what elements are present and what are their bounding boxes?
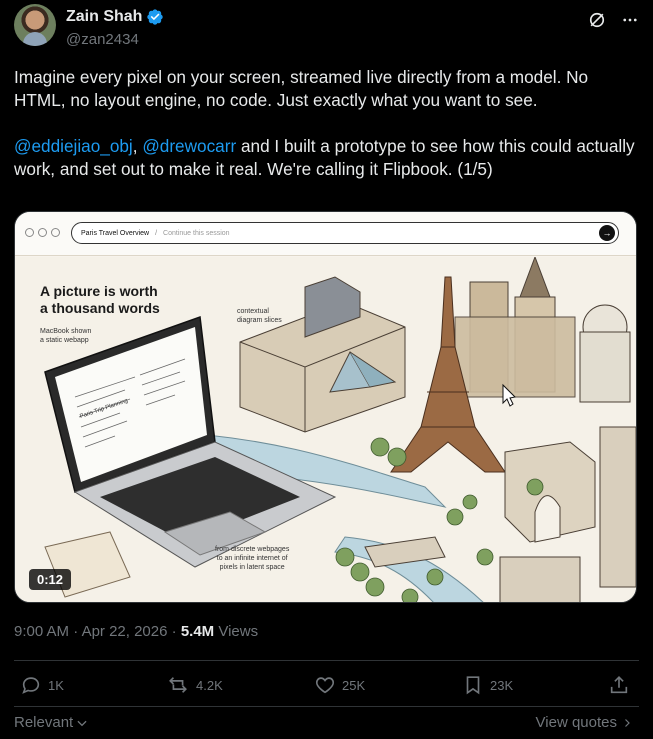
mention-separator: , xyxy=(132,136,143,156)
header-actions xyxy=(587,10,639,30)
relevant-label: Relevant xyxy=(14,714,74,731)
reply-button[interactable]: 1K xyxy=(20,674,64,696)
tweet-header: Zain Shah @zan2434 xyxy=(14,4,639,50)
bookmark-count: 23K xyxy=(490,677,514,693)
relevant-sort-button[interactable]: Relevant xyxy=(14,714,89,731)
tweet-time[interactable]: 9:00 AM xyxy=(14,623,69,640)
more-options-icon[interactable] xyxy=(621,11,639,29)
author-handle[interactable]: @zan2434 xyxy=(66,31,139,48)
tweet-actions: 1K 4.2K 25K 23K xyxy=(14,674,639,704)
views-count: 5.4M xyxy=(180,623,215,640)
mention-eddiejiao[interactable]: @eddiejiao_obj xyxy=(14,136,133,156)
video-duration-badge: 0:12 xyxy=(29,569,72,590)
share-icon xyxy=(610,676,628,694)
author-name[interactable]: Zain Shah xyxy=(66,8,142,26)
bookmark-button[interactable]: 23K xyxy=(462,674,513,696)
tweet-date[interactable]: Apr 22, 2026 xyxy=(82,623,168,640)
prompt-placeholder: Continue this session xyxy=(163,229,230,237)
illustration-headline: A picture is worth a thousand words xyxy=(40,283,190,317)
view-quotes-link[interactable]: View quotes xyxy=(536,714,633,731)
note-diagram-line-2: diagram slices xyxy=(237,317,282,324)
browser-bar: Paris Travel Overview / Continue this se… xyxy=(15,212,636,256)
note-macbook-line-2: a static webapp xyxy=(40,337,89,344)
repost-button[interactable]: 4.2K xyxy=(166,674,223,696)
headline-line-1: A picture is worth xyxy=(40,283,158,299)
share-button[interactable] xyxy=(608,674,630,696)
note-diagram: contextual diagram slices xyxy=(237,307,282,325)
prompt-bar: Paris Travel Overview / Continue this se… xyxy=(71,222,619,244)
divider-bottom xyxy=(14,706,639,707)
meta-separator: · xyxy=(167,623,181,640)
chevron-down-icon xyxy=(77,720,87,726)
divider-top xyxy=(14,660,639,661)
mention-drewocarr[interactable]: @drewocarr xyxy=(142,136,236,156)
heart-icon xyxy=(315,677,335,694)
view-quotes-label: View quotes xyxy=(535,714,617,731)
avatar[interactable] xyxy=(14,4,56,46)
illustration-scene: A picture is worth a thousand words MacB… xyxy=(15,257,636,602)
tweet-meta: 9:00 AM · Apr 22, 2026 · 5.4M Views xyxy=(14,623,258,640)
note-bottom-line-1: from discrete webpages xyxy=(215,546,290,553)
grok-icon[interactable] xyxy=(587,10,607,30)
like-count: 25K xyxy=(342,677,366,693)
prompt-title: Paris Travel Overview xyxy=(81,229,150,237)
submit-arrow-icon: → xyxy=(599,225,615,241)
repost-icon xyxy=(169,677,187,693)
tweet-paragraph-2: @eddiejiao_obj, @drewocarr and I built a… xyxy=(14,135,639,181)
window-controls xyxy=(25,228,60,237)
tweet-paragraph-1: Imagine every pixel on your screen, stre… xyxy=(14,67,589,110)
note-bottom-line-3: pixels in latent space xyxy=(219,564,285,571)
views-label: Views xyxy=(218,623,259,640)
chevron-right-icon xyxy=(625,718,630,727)
reply-count: 1K xyxy=(48,677,64,693)
like-button[interactable]: 25K xyxy=(314,674,365,696)
meta-separator: · xyxy=(69,623,82,640)
tweet-text: Imagine every pixel on your screen, stre… xyxy=(14,66,639,204)
note-diagram-line-1: contextual xyxy=(237,308,269,315)
video-media[interactable]: Paris Travel Overview / Continue this se… xyxy=(14,211,637,603)
repost-count: 4.2K xyxy=(196,677,223,693)
note-bottom: from discrete webpages to an infinite in… xyxy=(215,545,289,572)
note-bottom-line-2: to an infinite internet of xyxy=(216,555,288,562)
verified-badge-icon xyxy=(147,9,164,25)
note-macbook-line-1: MacBook shown xyxy=(40,328,92,335)
bookmark-icon xyxy=(466,676,480,695)
note-macbook: MacBook shown a static webapp xyxy=(40,327,91,345)
headline-line-2: a thousand words xyxy=(40,300,160,316)
reply-icon xyxy=(22,677,40,694)
author-name-row: Zain Shah xyxy=(66,8,164,26)
